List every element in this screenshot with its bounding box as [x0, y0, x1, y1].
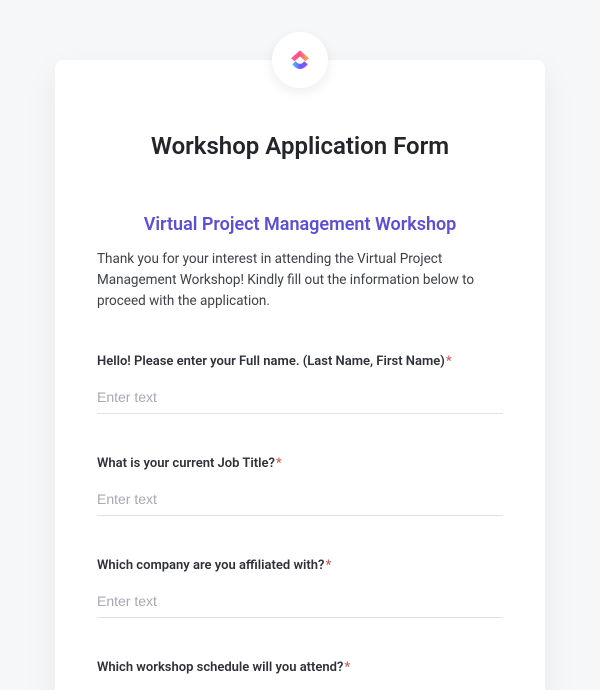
required-marker: * [446, 354, 452, 369]
company-label: Which company are you affiliated with?* [97, 558, 503, 573]
required-marker: * [325, 558, 331, 573]
clickup-logo-icon [285, 45, 315, 75]
field-schedule: Which workshop schedule will you attend?… [97, 660, 503, 690]
form-card: Workshop Application Form Virtual Projec… [55, 60, 545, 690]
field-company: Which company are you affiliated with?* [97, 558, 503, 618]
schedule-label: Which workshop schedule will you attend?… [97, 660, 503, 675]
schedule-label-text: Which workshop schedule will you attend? [97, 660, 343, 675]
job-title-label: What is your current Job Title?* [97, 456, 503, 471]
required-marker: * [276, 456, 282, 471]
page-title: Workshop Application Form [97, 132, 503, 160]
required-marker: * [344, 660, 350, 675]
logo-badge [272, 32, 328, 88]
company-label-text: Which company are you affiliated with? [97, 558, 324, 573]
intro-text: Thank you for your interest in attending… [97, 249, 503, 312]
job-title-input[interactable] [97, 481, 503, 516]
full-name-label: Hello! Please enter your Full name. (Las… [97, 354, 503, 369]
field-full-name: Hello! Please enter your Full name. (Las… [97, 354, 503, 414]
job-title-label-text: What is your current Job Title? [97, 456, 275, 471]
event-title: Virtual Project Management Workshop [97, 214, 503, 235]
full-name-input[interactable] [97, 379, 503, 414]
field-job-title: What is your current Job Title?* [97, 456, 503, 516]
schedule-select[interactable]: – ▾ [97, 685, 503, 690]
full-name-label-text: Hello! Please enter your Full name. (Las… [97, 354, 445, 369]
company-input[interactable] [97, 583, 503, 618]
